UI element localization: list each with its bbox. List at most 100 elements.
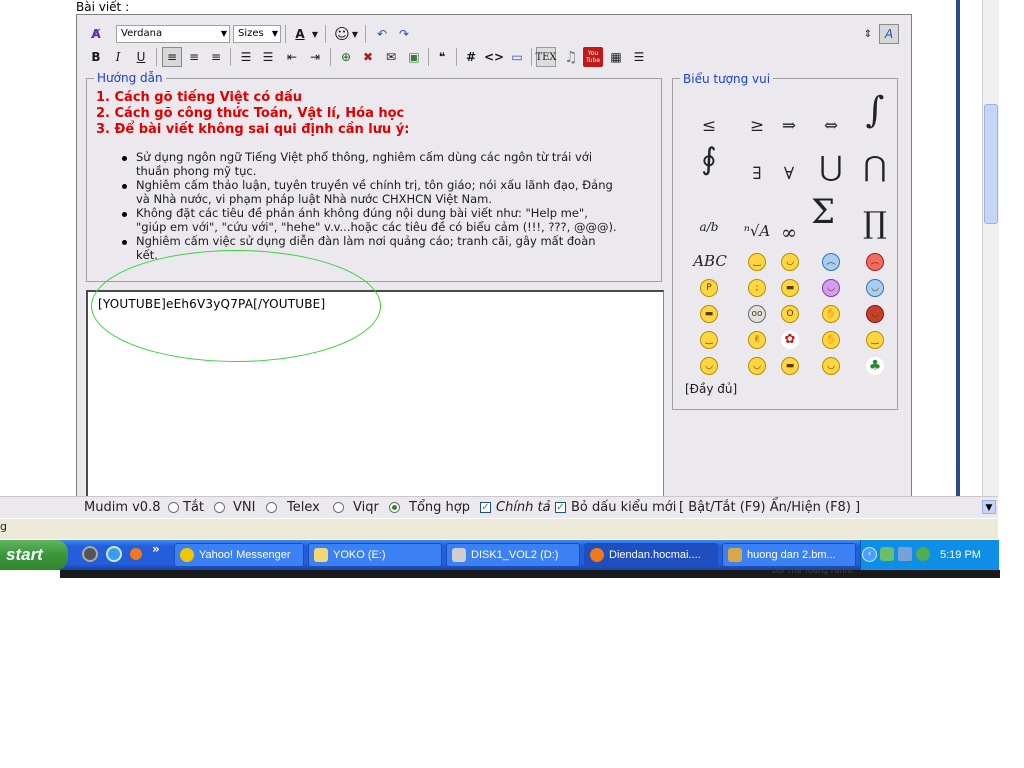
align-center-icon[interactable]: ≡	[184, 47, 204, 67]
start-button[interactable]: start	[0, 540, 68, 570]
chevron-down-icon[interactable]: ▼	[310, 24, 320, 44]
mudim-hotkeys[interactable]: [ Bật/Tắt (F9) Ẩn/Hiện (F8) ]	[679, 500, 860, 515]
hash-button[interactable]: #	[461, 47, 481, 67]
clap-icon[interactable]: ✋	[822, 331, 840, 349]
insert-image-icon[interactable]: ▣	[404, 47, 424, 67]
laugh-icon[interactable]: ◡	[781, 253, 799, 271]
smilies-full-link[interactable]: [Đầy đủ]	[685, 382, 737, 396]
clock[interactable]: 5:19 PM	[940, 549, 981, 561]
align-right-icon[interactable]: ≡	[206, 47, 226, 67]
internet-explorer-icon[interactable]	[106, 546, 122, 562]
indent-icon[interactable]: ⇥	[305, 47, 325, 67]
tex-button[interactable]: TEX	[535, 47, 557, 67]
sad-icon[interactable]: ︵	[822, 253, 840, 271]
symbol-contour-integral[interactable]: ∮	[692, 142, 726, 177]
switch-mode-button[interactable]: A	[879, 24, 899, 44]
unordered-list-icon[interactable]: ☰	[258, 47, 278, 67]
symbol-sum[interactable]: Σ	[806, 192, 840, 232]
firefox-icon[interactable]	[128, 546, 144, 562]
taskbar-disk-drive[interactable]: DISK1_VOL2 (D:)	[446, 543, 580, 567]
wink-icon[interactable]: ;	[748, 279, 766, 297]
smirk-icon[interactable]: ‿	[866, 331, 884, 349]
guide-link-vietnamese-typing[interactable]: 1. Cách gõ tiếng Việt có dấu	[96, 90, 302, 105]
font-name-select[interactable]: Verdana ▼	[116, 25, 230, 43]
neutral-icon[interactable]: ▬	[781, 357, 799, 375]
quote-icon[interactable]: ❝	[432, 47, 452, 67]
font-size-select[interactable]: Sizes ▼	[233, 25, 281, 43]
radio-off[interactable]	[168, 502, 179, 513]
remove-link-icon[interactable]: ✖	[358, 47, 378, 67]
cry-icon[interactable]: ◡	[866, 279, 884, 297]
relieved-icon[interactable]: ◡	[822, 357, 840, 375]
clover-icon[interactable]: ♣	[866, 357, 884, 375]
youtube-button[interactable]: You Tube	[583, 47, 603, 67]
align-left-icon[interactable]: ≡	[162, 47, 182, 67]
smile-icon[interactable]: ‿	[748, 253, 766, 271]
girl-icon[interactable]: ◡	[866, 305, 884, 323]
symbol-implies[interactable]: ⇒	[772, 116, 806, 136]
wave-icon[interactable]: ✋	[822, 305, 840, 323]
symbol-geq[interactable]: ≥	[740, 116, 774, 136]
peace-icon[interactable]: ✌	[748, 331, 766, 349]
devil-icon[interactable]: ◡	[822, 279, 840, 297]
email-link-icon[interactable]: ✉	[381, 47, 401, 67]
network-icon[interactable]	[898, 547, 912, 561]
spellcheck-checkbox[interactable]: ✓	[480, 502, 491, 513]
symbol-product[interactable]: ∏	[858, 206, 892, 241]
symbol-union[interactable]: ⋃	[814, 150, 848, 183]
symbol-leq[interactable]: ≤	[692, 116, 726, 136]
symbol-integral[interactable]: ∫	[858, 90, 892, 131]
grin-icon[interactable]: ▬	[781, 279, 799, 297]
taskbar-diendan-firefox[interactable]: Diendan.hocmai....	[584, 543, 718, 567]
symbol-intersection[interactable]: ⋂	[858, 150, 892, 183]
radio-viqr[interactable]	[333, 502, 344, 513]
symbol-exists[interactable]: ∃	[740, 164, 774, 184]
redo-icon[interactable]: ↷	[394, 24, 414, 44]
radio-combined[interactable]	[389, 502, 400, 513]
scroll-down-icon[interactable]: ▼	[982, 500, 996, 514]
taskbar-yoko-drive[interactable]: YOKO (E:)	[308, 543, 442, 567]
cool-icon[interactable]: ▬	[700, 305, 718, 323]
insert-link-icon[interactable]: ⊕	[336, 47, 356, 67]
list-icon[interactable]: ☰	[629, 47, 649, 67]
symbol-fraction[interactable]: a/b	[692, 220, 726, 234]
surprised-eyes-icon[interactable]: oo	[748, 305, 766, 323]
tongue-icon[interactable]: P	[700, 279, 718, 297]
rose-icon[interactable]: ✿	[781, 331, 799, 349]
resize-arrows-icon[interactable]: ⇕	[858, 24, 878, 44]
angel-icon[interactable]: ◡	[748, 357, 766, 375]
italic-button[interactable]: I	[108, 47, 128, 67]
guide-link-formula-typing[interactable]: 2. Cách gõ công thức Toán, Vật lí, Hóa h…	[96, 106, 404, 121]
remove-format-icon[interactable]: A̸	[86, 24, 106, 44]
taskbar-paint-file[interactable]: huong dan 2.bm...	[722, 543, 856, 567]
scrollbar-thumb[interactable]	[984, 104, 998, 224]
outdent-icon[interactable]: ⇤	[282, 47, 302, 67]
code-button[interactable]: <>	[484, 47, 504, 67]
vertical-scrollbar[interactable]	[982, 0, 999, 496]
symbol-widehat-abc[interactable]: ABC	[688, 252, 732, 270]
globe-icon[interactable]	[916, 547, 930, 561]
symbol-infinity[interactable]: ∞	[772, 222, 806, 244]
undo-icon[interactable]: ↶	[372, 24, 392, 44]
tray-expand-icon[interactable]: ‹	[862, 547, 877, 562]
tray-app-icon[interactable]	[880, 547, 894, 561]
font-color-button[interactable]: A	[290, 24, 310, 44]
quicklaunch-media-icon[interactable]	[82, 546, 98, 562]
symbol-forall[interactable]: ∀	[772, 164, 806, 184]
new-accent-checkbox[interactable]: ✓	[555, 502, 566, 513]
symbol-iff[interactable]: ⇔	[814, 116, 848, 136]
table-icon[interactable]: ▦	[606, 47, 626, 67]
angry-icon[interactable]: ︵	[866, 253, 884, 271]
chevron-down-icon[interactable]: ▼	[350, 24, 360, 44]
taskbar-yahoo-messenger[interactable]: Yahoo! Messenger	[174, 543, 304, 567]
ordered-list-icon[interactable]: ☰	[236, 47, 256, 67]
happy-icon[interactable]: ◡	[700, 357, 718, 375]
radio-vni[interactable]	[214, 502, 225, 513]
underline-button[interactable]: U	[131, 47, 151, 67]
music-icon[interactable]: ♫	[561, 47, 581, 67]
php-icon[interactable]: ▭	[507, 47, 527, 67]
bold-button[interactable]: B	[86, 47, 106, 67]
shock-icon[interactable]: O	[781, 305, 799, 323]
quicklaunch-more[interactable]: »	[152, 542, 160, 556]
smiley-icon[interactable]: ☺	[332, 24, 352, 44]
